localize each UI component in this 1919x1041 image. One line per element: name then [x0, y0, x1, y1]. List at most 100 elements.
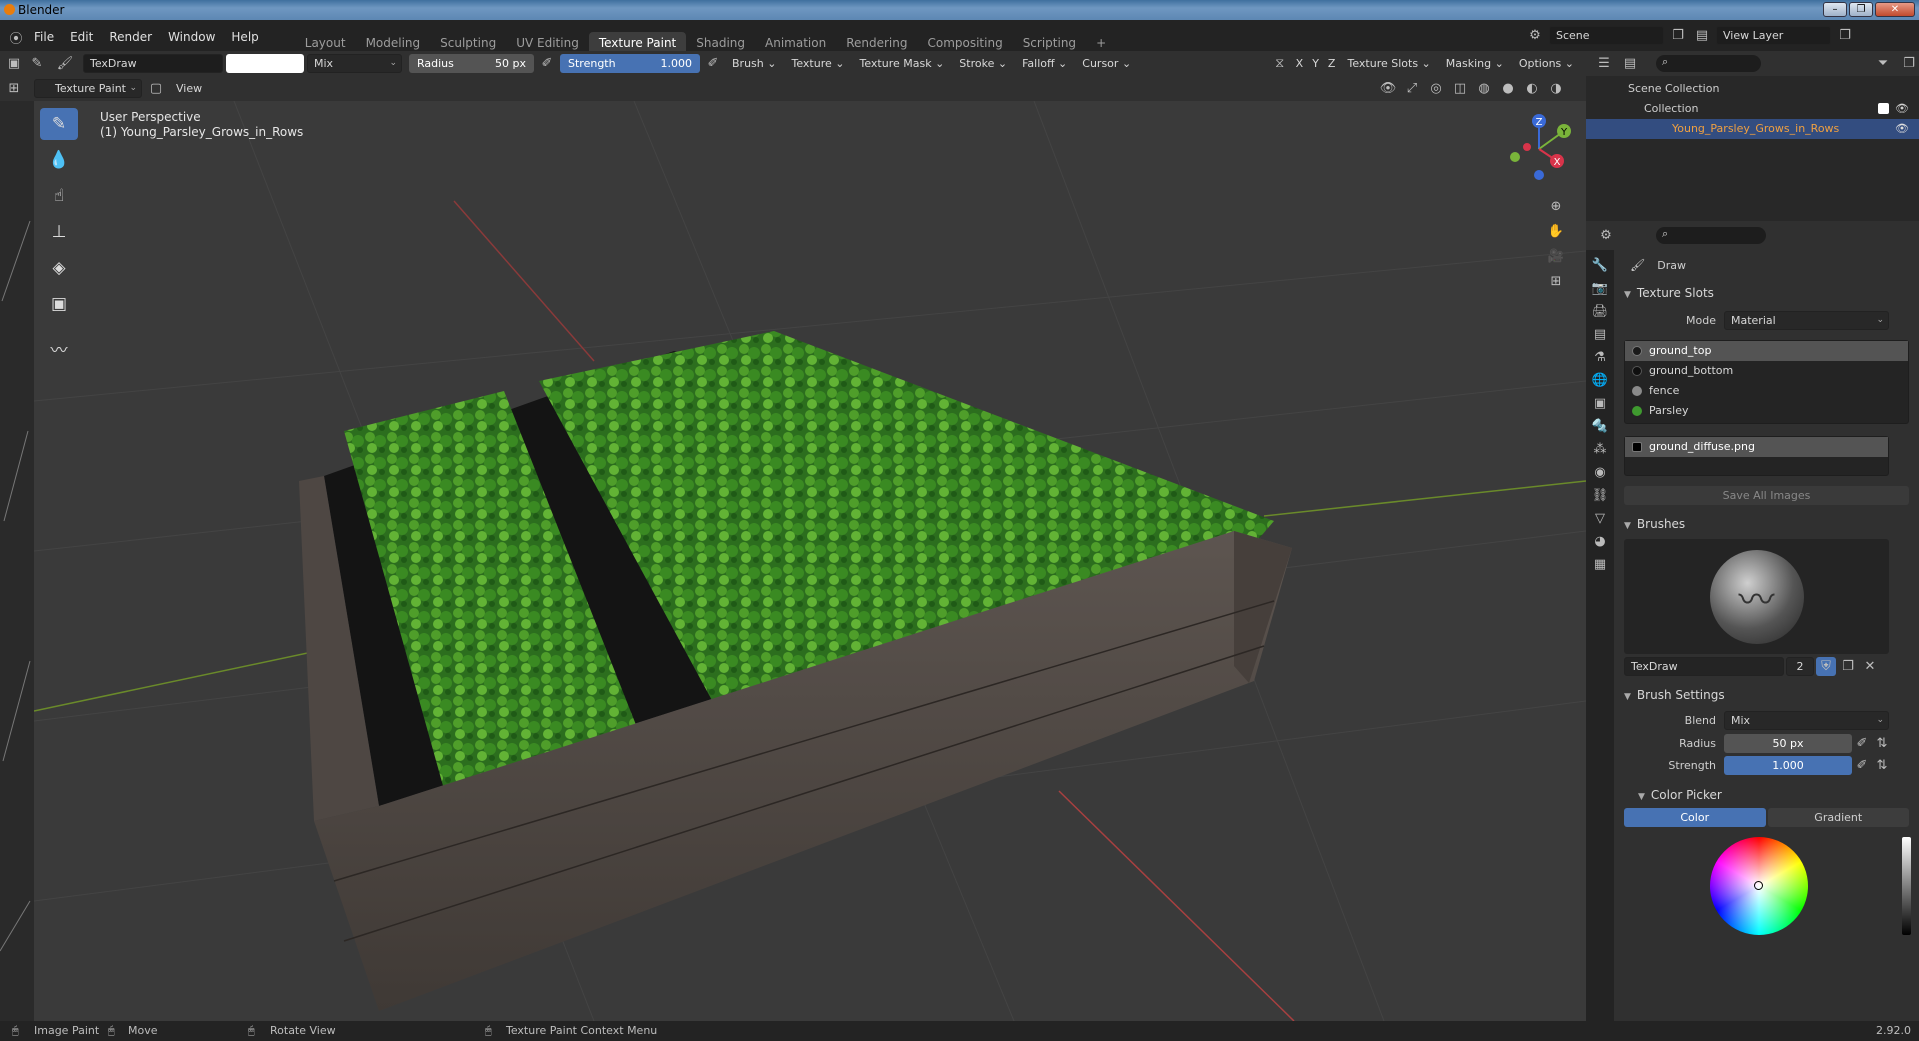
properties-search-input[interactable]: ⌕: [1656, 227, 1766, 244]
texture-slots-menu[interactable]: Texture Slots ⌄: [1341, 54, 1436, 73]
brush-settings-header[interactable]: ▼ Brush Settings: [1614, 682, 1919, 708]
solid-shading-icon[interactable]: ●: [1498, 79, 1518, 98]
color-tab[interactable]: Color: [1624, 808, 1766, 827]
list-item[interactable]: Parsley: [1625, 401, 1908, 421]
outliner-scene-collection[interactable]: Scene Collection: [1586, 79, 1919, 99]
brushes-header[interactable]: ▼ Brushes: [1614, 511, 1919, 537]
material-shading-icon[interactable]: ◐: [1522, 79, 1542, 98]
display-mode-icon[interactable]: ▤: [1620, 54, 1640, 73]
fake-user-icon[interactable]: ⛨: [1816, 657, 1836, 676]
value-slider[interactable]: [1902, 837, 1911, 935]
strength-field[interactable]: 1.000: [1724, 755, 1852, 775]
color-cursor[interactable]: [1754, 881, 1763, 890]
annotate-tool-button[interactable]: 〰: [40, 332, 78, 364]
filter-icon[interactable]: ⏷: [1873, 54, 1893, 73]
constraints-tab-icon[interactable]: ⛓: [1592, 488, 1609, 503]
collection-visibility-icon[interactable]: 👁: [1895, 99, 1909, 119]
options-menu[interactable]: Options ⌄: [1513, 54, 1580, 73]
radius-pen-icon[interactable]: ✐: [1852, 734, 1872, 753]
draw-tool-button[interactable]: ✎: [40, 108, 78, 140]
slot-mode-dropdown[interactable]: Material ⌄: [1724, 310, 1889, 330]
close-button[interactable]: ✕: [1875, 2, 1915, 17]
duplicate-brush-icon[interactable]: ❐: [1838, 657, 1858, 676]
view-layer-selector[interactable]: View Layer: [1716, 26, 1831, 45]
list-item[interactable]: ground_top: [1625, 341, 1908, 361]
list-item[interactable]: fence: [1625, 381, 1908, 401]
smear-tool-button[interactable]: ☝: [40, 180, 78, 212]
strength-pressure-icon[interactable]: ✐: [703, 54, 723, 73]
texture-mask-menu[interactable]: Texture Mask ⌄: [853, 54, 950, 73]
mask-tool-button[interactable]: ▣: [40, 288, 78, 320]
brush-users-count[interactable]: 2: [1786, 657, 1814, 676]
image-slot-list[interactable]: ground_diffuse.png: [1624, 436, 1889, 476]
list-item[interactable]: ground_bottom: [1625, 361, 1908, 381]
3d-viewport[interactable]: ✎ 💧 ☝ ⊥ ◈ ▣ 〰 User Perspective (1) Young…: [34, 101, 1586, 1021]
material-slot-list[interactable]: ground_top ground_bottom fence Parsley: [1624, 340, 1909, 424]
view-layer-tab-icon[interactable]: ▤: [1594, 327, 1606, 342]
menu-render[interactable]: Render: [101, 30, 160, 44]
unlink-brush-icon[interactable]: ✕: [1860, 657, 1880, 676]
new-scene-icon[interactable]: ❐: [1668, 26, 1688, 45]
outliner-search-input[interactable]: ⌕: [1656, 55, 1761, 72]
collection-checkbox[interactable]: [1878, 103, 1889, 114]
masking-menu[interactable]: Masking ⌄: [1440, 54, 1510, 73]
mirror-y-toggle[interactable]: Y: [1309, 54, 1322, 73]
list-item[interactable]: ground_diffuse.png: [1625, 437, 1888, 457]
falloff-menu[interactable]: Falloff ⌄: [1016, 54, 1073, 73]
editor-type-icon[interactable]: ▣: [4, 54, 24, 73]
editor-type-icon[interactable]: ⊞: [4, 79, 24, 98]
tool-tab-icon[interactable]: 🔧: [1592, 258, 1608, 273]
visibility-icon[interactable]: 👁: [1378, 79, 1398, 98]
menu-edit[interactable]: Edit: [62, 30, 101, 44]
output-tab-icon[interactable]: 🖨: [1592, 304, 1609, 319]
brush-datablock-name[interactable]: TexDraw: [1624, 657, 1784, 676]
maximize-button[interactable]: ❐: [1849, 2, 1873, 17]
texture-menu[interactable]: Texture ⌄: [785, 54, 850, 73]
data-tab-icon[interactable]: ▽: [1595, 511, 1605, 526]
outliner-object-row[interactable]: Young_Parsley_Grows_in_Rows 👁: [1586, 119, 1919, 139]
outliner-collection[interactable]: Collection 👁: [1586, 99, 1919, 119]
xray-toggle-icon[interactable]: ◫: [1450, 79, 1470, 98]
grid-view-icon[interactable]: ⊞: [1546, 272, 1566, 291]
gizmo-toggle-icon[interactable]: ⤢: [1402, 79, 1422, 98]
strength-pen-icon[interactable]: ✐: [1852, 756, 1872, 775]
mirror-x-toggle[interactable]: X: [1293, 54, 1307, 73]
save-all-images-button[interactable]: Save All Images: [1624, 486, 1909, 505]
gradient-tab[interactable]: Gradient: [1767, 808, 1909, 827]
brush-menu[interactable]: Brush ⌄: [726, 54, 782, 73]
new-view-layer-icon[interactable]: ❐: [1835, 26, 1855, 45]
stroke-menu[interactable]: Stroke ⌄: [953, 54, 1013, 73]
physics-tab-icon[interactable]: ◉: [1594, 465, 1605, 480]
blend-dropdown[interactable]: Mix ⌄: [1724, 710, 1889, 730]
strength-slider[interactable]: Strength 1.000: [560, 54, 700, 73]
soften-tool-button[interactable]: 💧: [40, 144, 78, 176]
render-tab-icon[interactable]: 📷: [1592, 281, 1608, 296]
paint-mask-icon[interactable]: ▢: [146, 79, 166, 98]
object-visibility-icon[interactable]: 👁: [1895, 119, 1909, 139]
brush-preview[interactable]: 〰: [1624, 539, 1889, 654]
scene-selector[interactable]: Scene: [1549, 26, 1664, 45]
world-tab-icon[interactable]: 🌐: [1592, 373, 1608, 388]
color-picker-header[interactable]: ▼ Color Picker: [1614, 782, 1919, 808]
wireframe-shading-icon[interactable]: ◍: [1474, 79, 1494, 98]
blender-menu-icon[interactable]: ⦿: [6, 28, 26, 47]
radius-slider[interactable]: Radius 50 px: [409, 54, 534, 73]
material-tab-icon[interactable]: ◕: [1594, 534, 1605, 549]
blend-mode-dropdown[interactable]: Mix ⌄: [307, 54, 402, 73]
object-tab-icon[interactable]: ▣: [1594, 396, 1606, 411]
texture-slots-header[interactable]: ▼ Texture Slots: [1614, 280, 1919, 306]
pan-hand-icon[interactable]: ✋: [1546, 222, 1566, 241]
rendered-shading-icon[interactable]: ◑: [1546, 79, 1566, 98]
brush-name-field[interactable]: TexDraw: [83, 54, 223, 73]
view-menu[interactable]: View: [170, 79, 208, 98]
menu-window[interactable]: Window: [160, 30, 223, 44]
brush-color-swatch[interactable]: [226, 54, 304, 73]
strength-unified-icon[interactable]: ⇅: [1872, 756, 1892, 775]
properties-editor-icon[interactable]: ⚙: [1596, 226, 1616, 245]
outliner-editor-icon[interactable]: ☰: [1594, 54, 1614, 73]
mode-selector[interactable]: Texture Paint ⌄: [34, 79, 142, 98]
fill-tool-button[interactable]: ◈: [40, 252, 78, 284]
zoom-icon[interactable]: ⊕: [1546, 197, 1566, 216]
menu-help[interactable]: Help: [223, 30, 266, 44]
menu-file[interactable]: File: [26, 30, 62, 44]
